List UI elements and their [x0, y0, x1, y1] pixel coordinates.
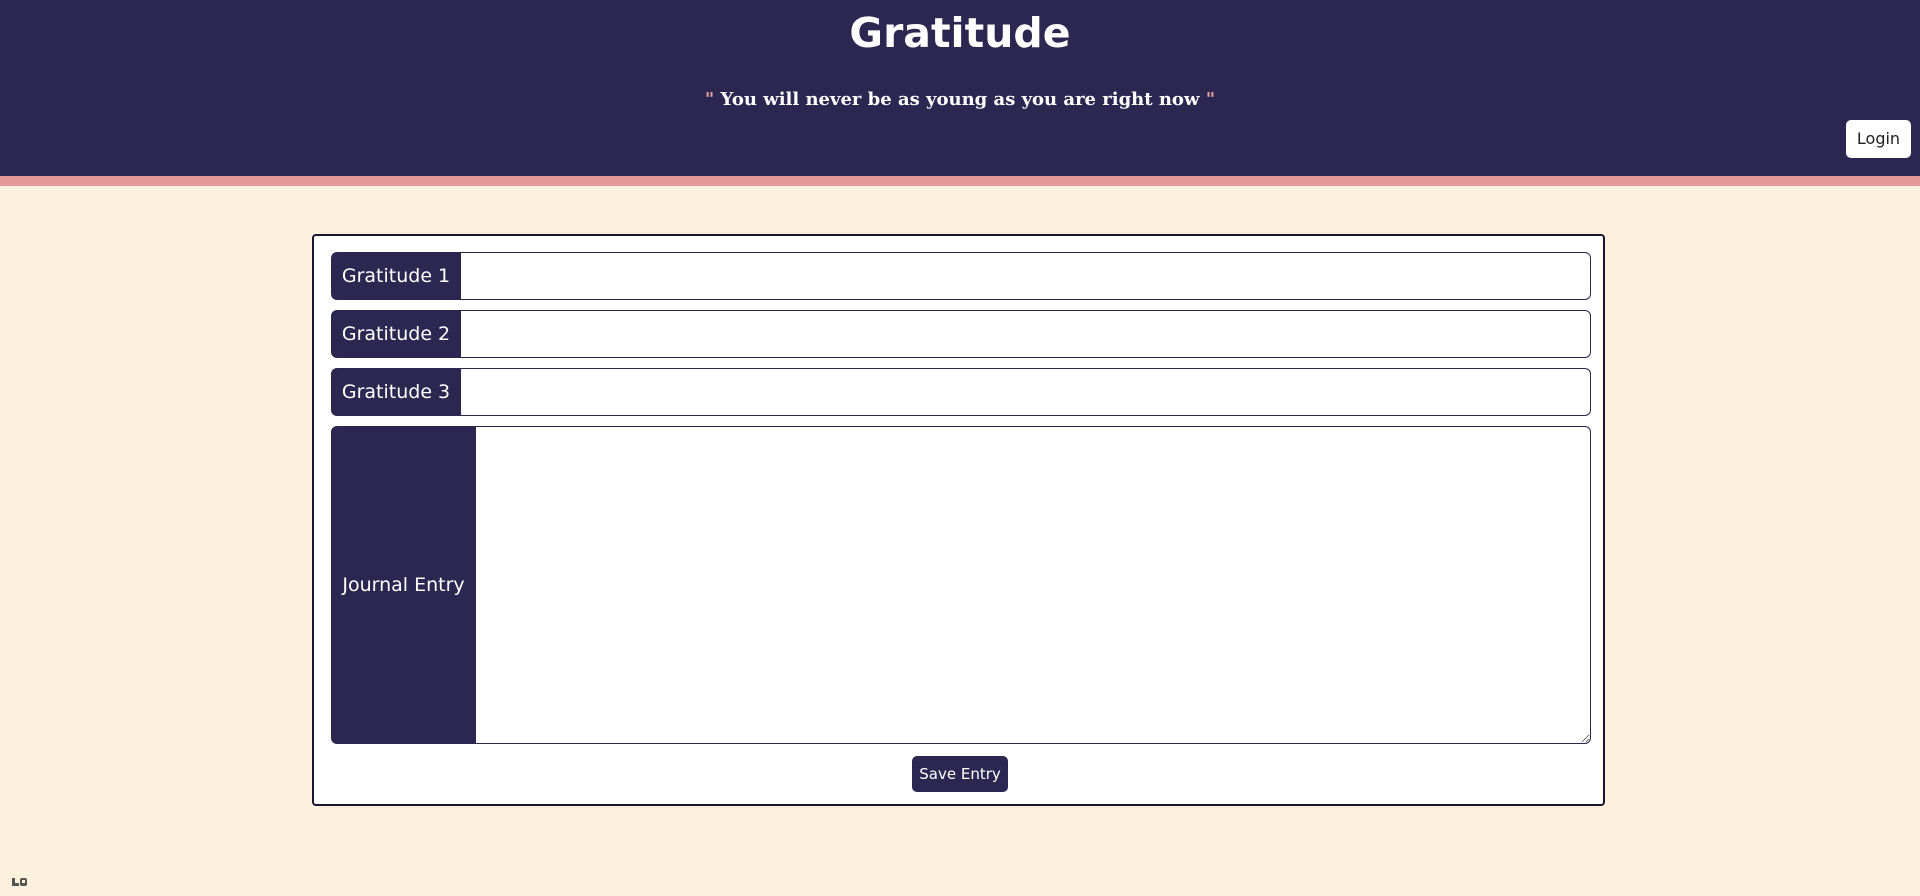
journal-entry-label: Journal Entry — [331, 426, 476, 744]
gratitude-2-input[interactable] — [461, 310, 1591, 358]
journal-entry-textarea[interactable] — [476, 426, 1591, 744]
gratitude-1-row: Gratitude 1 — [331, 252, 1591, 300]
gratitude-3-input[interactable] — [461, 368, 1591, 416]
corner-logo-icon — [12, 878, 27, 886]
gratitude-2-row: Gratitude 2 — [331, 310, 1591, 358]
quote-open-mark: " — [704, 89, 715, 110]
gratitude-3-row: Gratitude 3 — [331, 368, 1591, 416]
gratitude-1-input[interactable] — [461, 252, 1591, 300]
save-entry-button[interactable]: Save Entry — [912, 756, 1008, 792]
site-header: Gratitude " You will never be as young a… — [0, 0, 1920, 176]
gratitude-1-label: Gratitude 1 — [331, 252, 461, 300]
daily-quote: " You will never be as young as you are … — [0, 86, 1920, 114]
header-accent-stripe — [0, 176, 1920, 186]
journal-entry-row: Journal Entry — [331, 426, 1591, 744]
quote-close-mark: " — [1205, 89, 1216, 110]
page-title: Gratitude — [849, 9, 1071, 57]
quote-text: You will never be as young as you are ri… — [714, 89, 1206, 110]
login-button[interactable]: Login — [1846, 120, 1911, 158]
gratitude-2-label: Gratitude 2 — [331, 310, 461, 358]
gratitude-3-label: Gratitude 3 — [331, 368, 461, 416]
journal-entry-card: Gratitude 1 Gratitude 2 Gratitude 3 Jour… — [312, 234, 1605, 806]
